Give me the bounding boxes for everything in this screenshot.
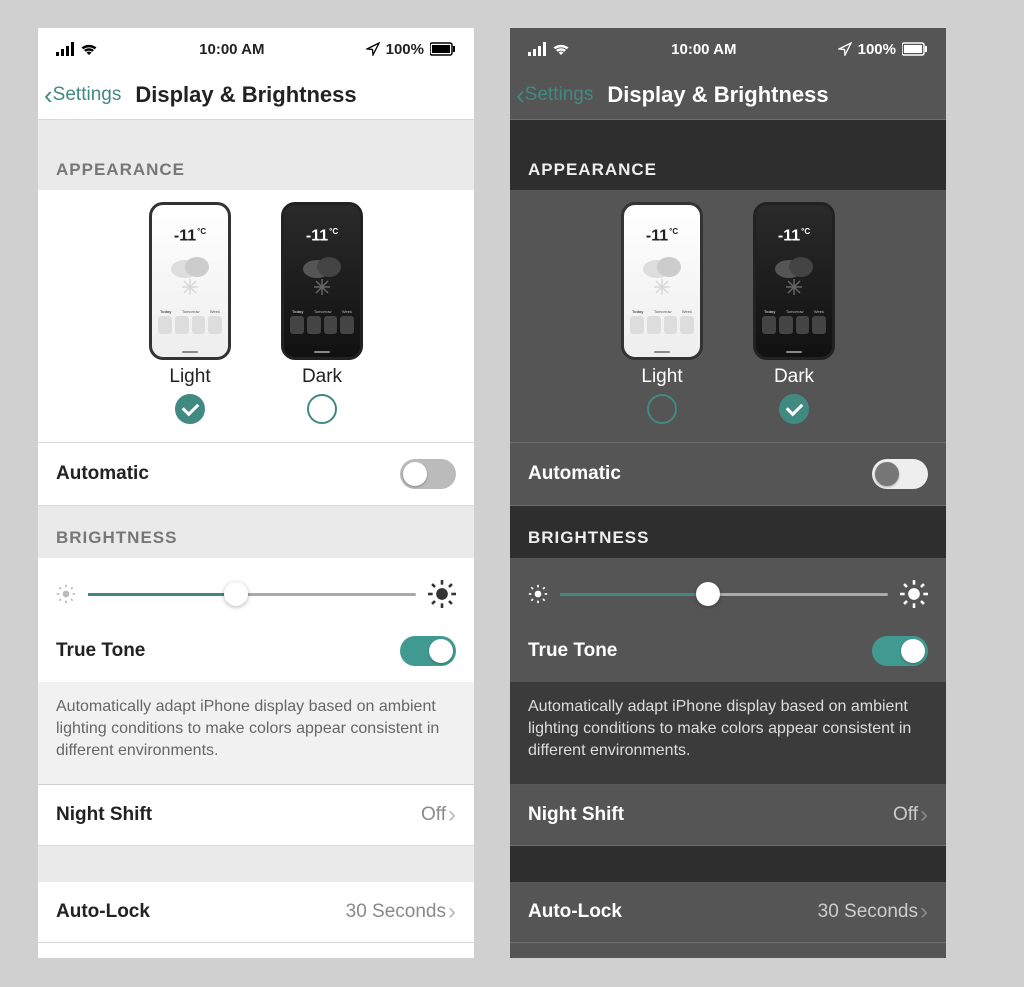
- autolock-value: 30 Seconds: [346, 901, 446, 923]
- signal-icon: [56, 42, 74, 56]
- truetone-description: Automatically adapt iPhone display based…: [38, 682, 474, 785]
- status-time: 10:00 AM: [671, 41, 736, 58]
- autolock-value: 30 Seconds: [818, 901, 918, 923]
- status-battery-pct: 100%: [858, 41, 896, 58]
- nightshift-value: Off: [893, 804, 918, 826]
- nightshift-value: Off: [421, 804, 446, 826]
- back-button[interactable]: ‹ Settings: [44, 82, 121, 108]
- titlebar: ‹ Settings Display & Brightness: [510, 70, 946, 120]
- wifi-icon: [80, 42, 98, 56]
- back-button[interactable]: ‹ Settings: [516, 82, 593, 108]
- sun-small-icon: [56, 584, 76, 604]
- sun-small-icon: [528, 584, 548, 604]
- titlebar: ‹ Settings Display & Brightness: [38, 70, 474, 120]
- sun-large-icon: [428, 580, 456, 608]
- truetone-row: True Tone: [38, 620, 474, 682]
- automatic-row: Automatic: [38, 443, 474, 506]
- location-icon: [838, 42, 852, 56]
- battery-icon: [902, 42, 928, 56]
- section-header-appearance: APPEARANCE: [510, 120, 946, 190]
- appearance-light-label: Light: [641, 366, 682, 388]
- appearance-light-label: Light: [169, 366, 210, 388]
- sun-large-icon: [900, 580, 928, 608]
- truetone-description: Automatically adapt iPhone display based…: [510, 682, 946, 785]
- autolock-row[interactable]: Auto-Lock 30 Seconds›: [38, 882, 474, 943]
- chevron-right-icon: ›: [920, 900, 928, 924]
- nightshift-label: Night Shift: [56, 804, 152, 826]
- back-label: Settings: [53, 84, 122, 106]
- radio-light[interactable]: [647, 394, 677, 424]
- statusbar: 10:00 AM 100%: [510, 28, 946, 70]
- truetone-label: True Tone: [528, 640, 617, 662]
- radio-dark[interactable]: [307, 394, 337, 424]
- phone-light-variant: 10:00 AM 100% ‹ Settings Display & Brigh…: [38, 28, 474, 958]
- truetone-toggle[interactable]: [872, 636, 928, 666]
- statusbar: 10:00 AM 100%: [38, 28, 474, 70]
- chevron-right-icon: ›: [920, 803, 928, 827]
- location-icon: [366, 42, 380, 56]
- appearance-option-dark[interactable]: -11°C TodayTomorrowWeek Dark: [281, 202, 363, 424]
- truetone-label: True Tone: [56, 640, 145, 662]
- section-header-brightness: BRIGHTNESS: [510, 506, 946, 558]
- chevron-right-icon: ›: [448, 900, 456, 924]
- preview-dark: -11°C TodayTomorrowWeek: [753, 202, 835, 360]
- spacer: [510, 846, 946, 882]
- section-header-appearance: APPEARANCE: [38, 120, 474, 190]
- automatic-toggle[interactable]: [872, 459, 928, 489]
- autolock-label: Auto-Lock: [528, 901, 622, 923]
- automatic-row: Automatic: [510, 443, 946, 506]
- brightness-slider[interactable]: [88, 593, 416, 596]
- chevron-left-icon: ‹: [44, 82, 53, 108]
- status-time: 10:00 AM: [199, 41, 264, 58]
- radio-dark[interactable]: [779, 394, 809, 424]
- autolock-label: Auto-Lock: [56, 901, 150, 923]
- brightness-slider-row: [510, 558, 946, 620]
- appearance-option-light[interactable]: -11°C TodayTomorrowWeek Light: [621, 202, 703, 424]
- preview-light: -11°C TodayTomorrowWeek: [621, 202, 703, 360]
- status-battery-pct: 100%: [386, 41, 424, 58]
- battery-icon: [430, 42, 456, 56]
- appearance-option-dark[interactable]: -11°C TodayTomorrowWeek Dark: [753, 202, 835, 424]
- truetone-toggle[interactable]: [400, 636, 456, 666]
- automatic-label: Automatic: [56, 463, 149, 485]
- truetone-row: True Tone: [510, 620, 946, 682]
- appearance-dark-label: Dark: [302, 366, 342, 388]
- brightness-slider-row: [38, 558, 474, 620]
- phone-dark-variant: 10:00 AM 100% ‹ Settings Display & Brigh…: [510, 28, 946, 958]
- nightshift-row[interactable]: Night Shift Off›: [510, 785, 946, 846]
- appearance-dark-label: Dark: [774, 366, 814, 388]
- appearance-options: -11°C TodayTomorrowWeek Light -11°C Toda…: [510, 190, 946, 443]
- chevron-left-icon: ‹: [516, 82, 525, 108]
- autolock-row[interactable]: Auto-Lock 30 Seconds›: [510, 882, 946, 943]
- automatic-label: Automatic: [528, 463, 621, 485]
- page-title: Display & Brightness: [135, 82, 356, 108]
- appearance-options: -11°C TodayTomorrowWeek Light -11°C Toda…: [38, 190, 474, 443]
- appearance-option-light[interactable]: -11°C TodayTomorrowWeek Light: [149, 202, 231, 424]
- preview-dark: -11°C TodayTomorrowWeek: [281, 202, 363, 360]
- section-header-brightness: BRIGHTNESS: [38, 506, 474, 558]
- nightshift-label: Night Shift: [528, 804, 624, 826]
- brightness-slider[interactable]: [560, 593, 888, 596]
- nightshift-row[interactable]: Night Shift Off›: [38, 785, 474, 846]
- automatic-toggle[interactable]: [400, 459, 456, 489]
- page-title: Display & Brightness: [607, 82, 828, 108]
- signal-icon: [528, 42, 546, 56]
- preview-light: -11°C TodayTomorrowWeek: [149, 202, 231, 360]
- back-label: Settings: [525, 84, 594, 106]
- chevron-right-icon: ›: [448, 803, 456, 827]
- wifi-icon: [552, 42, 570, 56]
- radio-light[interactable]: [175, 394, 205, 424]
- spacer: [38, 846, 474, 882]
